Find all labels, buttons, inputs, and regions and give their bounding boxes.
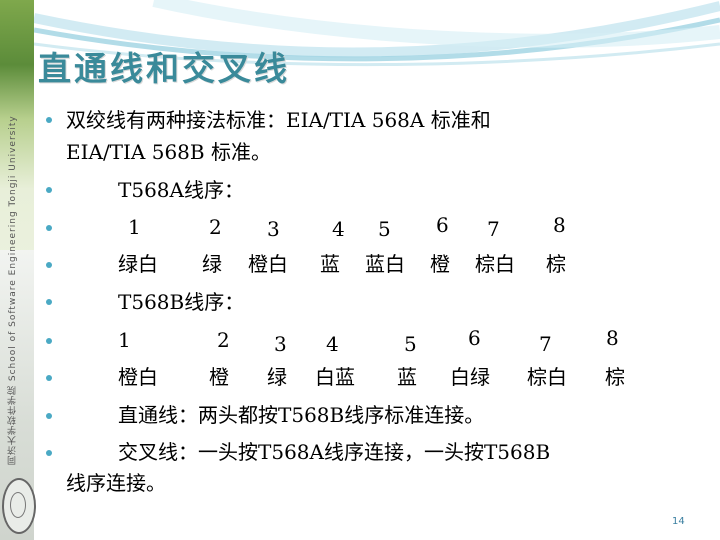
bullet-icon bbox=[46, 375, 52, 381]
pin-number: 6 bbox=[436, 213, 449, 237]
pin-number: 1 bbox=[118, 328, 131, 352]
wire-color: 橙白 bbox=[248, 252, 288, 276]
pin-number: 4 bbox=[332, 217, 345, 241]
wire-color: 棕 bbox=[546, 252, 566, 276]
pin-number: 1 bbox=[128, 215, 141, 239]
bullet-icon bbox=[46, 413, 52, 419]
pin-number: 7 bbox=[487, 217, 500, 241]
t568a-heading: T568A线序： bbox=[118, 178, 244, 202]
bullet-icon bbox=[46, 299, 52, 305]
crossover-desc: 交叉线：一头按T568A线序连接，一头按T568B bbox=[118, 440, 551, 464]
pin-number: 5 bbox=[378, 217, 391, 241]
wire-color: 棕 bbox=[605, 365, 625, 389]
wire-color: 绿 bbox=[267, 365, 287, 389]
standards-line: 双绞线有两种接法标准：EIA/TIA 568A 标准和 bbox=[66, 108, 491, 132]
wire-color: 白绿 bbox=[450, 365, 490, 389]
bullet-icon bbox=[46, 262, 52, 268]
wire-color: 蓝 bbox=[320, 252, 340, 276]
pin-number: 2 bbox=[209, 215, 222, 239]
pin-number: 8 bbox=[606, 326, 619, 350]
pin-number: 5 bbox=[404, 332, 417, 356]
crossover-desc-cont: 线序连接。 bbox=[66, 471, 166, 495]
university-text: 同济大学软件学院 School of Software Engineering … bbox=[8, 115, 18, 465]
standards-line-cont: EIA/TIA 568B 标准。 bbox=[66, 140, 271, 164]
wire-color: 蓝白 bbox=[365, 252, 405, 276]
wire-color: 蓝 bbox=[397, 365, 417, 389]
bullet-icon bbox=[46, 225, 52, 231]
bullet-icon bbox=[46, 338, 52, 344]
pin-number: 3 bbox=[267, 217, 280, 241]
pin-number: 4 bbox=[326, 332, 339, 356]
university-seal-icon bbox=[2, 478, 36, 534]
pin-number: 3 bbox=[274, 332, 287, 356]
wire-color: 橙 bbox=[430, 252, 450, 276]
wire-color: 绿 bbox=[202, 252, 222, 276]
bullet-icon bbox=[46, 187, 52, 193]
wire-color: 白蓝 bbox=[315, 365, 355, 389]
pin-number: 6 bbox=[468, 326, 481, 350]
pin-number: 2 bbox=[217, 328, 230, 352]
wire-color: 绿白 bbox=[118, 252, 158, 276]
straight-through-desc: 直通线：两头都按T568B线序标准连接。 bbox=[118, 403, 485, 427]
page-number: 14 bbox=[672, 516, 685, 527]
wire-color: 棕白 bbox=[475, 252, 515, 276]
wire-color: 棕白 bbox=[527, 365, 567, 389]
wire-color: 橙 bbox=[209, 365, 229, 389]
page-title: 直通线和交叉线 bbox=[38, 49, 290, 88]
bullet-icon bbox=[46, 450, 52, 456]
pin-number: 8 bbox=[553, 213, 566, 237]
t568b-heading: T568B线序： bbox=[118, 290, 245, 314]
wire-color: 橙白 bbox=[118, 365, 158, 389]
pin-number: 7 bbox=[539, 332, 552, 356]
bullet-icon bbox=[46, 117, 52, 123]
